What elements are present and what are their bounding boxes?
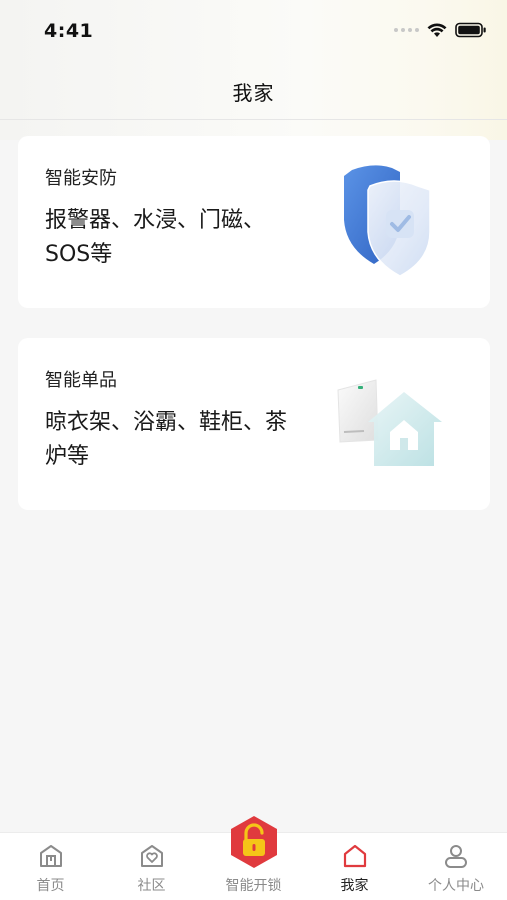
my-home-screen: 4:41 我家 智能安防 报警器、水浸、门磁、SOS等 智能单品 晾衣架、浴霸、… <box>0 0 507 900</box>
community-icon <box>140 845 163 867</box>
home-icon <box>39 845 62 867</box>
tab-label: 个人中心 <box>428 878 484 894</box>
smart-products-card[interactable]: 智能单品 晾衣架、浴霸、鞋柜、茶炉等 <box>18 338 490 510</box>
nav-bar: 我家 <box>0 60 507 120</box>
status-time: 4:41 <box>44 20 94 42</box>
smart-home-device-icon <box>337 379 442 466</box>
card-description: 晾衣架、浴霸、鞋柜、茶炉等 <box>45 410 288 469</box>
page-title: 我家 <box>232 81 275 105</box>
battery-icon <box>455 22 486 38</box>
person-icon <box>445 845 467 868</box>
tab-profile[interactable]: 个人中心 <box>405 833 507 900</box>
wifi-icon <box>427 23 447 37</box>
tab-label: 我家 <box>340 878 369 894</box>
house-icon <box>343 844 366 868</box>
tab-home[interactable]: 首页 <box>0 833 101 900</box>
tab-my-home[interactable]: 我家 <box>304 833 405 900</box>
smart-security-card[interactable]: 智能安防 报警器、水浸、门磁、SOS等 <box>18 136 490 308</box>
tab-label: 首页 <box>36 878 65 894</box>
card-description: 报警器、水浸、门磁、SOS等 <box>45 208 266 267</box>
tab-label: 社区 <box>137 878 166 894</box>
bottom-tab-bar: 首页 社区 智能开锁 我家 个人中心 <box>0 816 507 900</box>
status-icons <box>394 22 487 38</box>
tab-label: 智能开锁 <box>225 878 282 894</box>
lock-icon <box>230 816 277 868</box>
card-title: 智能单品 <box>45 370 117 391</box>
status-bar: 4:41 <box>0 0 507 60</box>
shield-icon <box>344 165 431 277</box>
cellular-signal-icon <box>394 28 419 32</box>
tab-smart-unlock[interactable]: 智能开锁 <box>203 816 304 900</box>
card-title: 智能安防 <box>45 168 117 189</box>
tab-community[interactable]: 社区 <box>101 833 202 900</box>
